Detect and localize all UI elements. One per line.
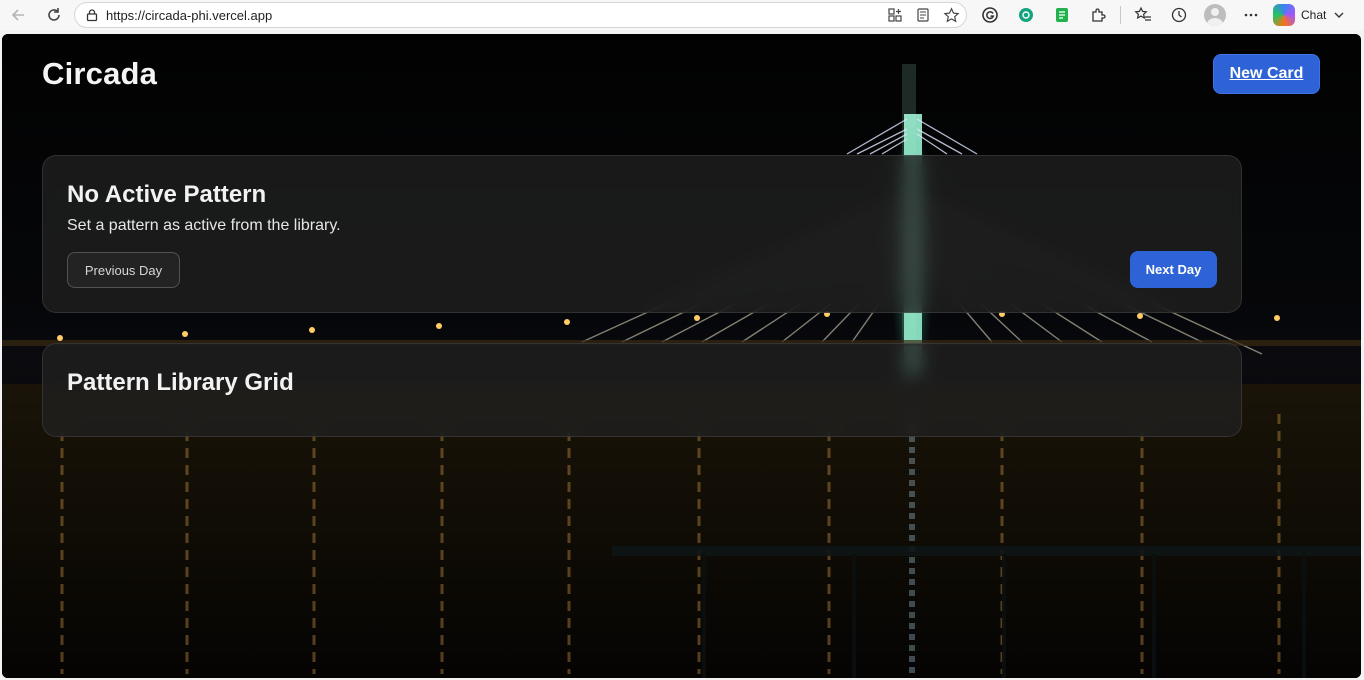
grammarly-icon[interactable] [976,3,1004,27]
arrow-left-icon [11,9,24,21]
history-icon[interactable] [1165,3,1193,27]
app-header: Circada New Card [2,34,1361,114]
back-button[interactable] [3,0,33,30]
pattern-library-title: Pattern Library Grid [67,369,294,396]
reader-mode-icon[interactable] [912,5,934,25]
avatar [1204,4,1226,26]
profile-avatar[interactable] [1201,3,1229,27]
favorites-icon[interactable] [1129,3,1157,27]
active-pattern-subtitle: Set a pattern as active from the library… [67,217,341,234]
more-menu-icon[interactable] [1237,3,1265,27]
refresh-icon [48,8,60,21]
previous-day-button[interactable]: Previous Day [67,252,180,288]
chevron-down-icon [1334,12,1344,18]
refresh-button[interactable] [39,0,69,30]
pattern-library-card: Pattern Library Grid [42,343,1242,437]
address-bar[interactable]: https://circada-phi.vercel.app [74,2,967,28]
copilot-icon [1273,4,1295,26]
new-card-button[interactable]: New Card [1213,54,1320,94]
active-pattern-title: No Active Pattern [67,181,267,208]
favorite-star-icon[interactable] [940,5,962,25]
page-viewport: Circada New Card No Active Pattern Set a… [2,34,1361,678]
apps-icon[interactable] [884,5,906,25]
lock-icon [84,7,100,23]
chat-label: Chat [1301,8,1327,22]
toolbar-separator [1120,6,1121,24]
brand-title: Circada [42,56,158,91]
sheets-extension-icon[interactable] [1048,3,1076,27]
extensions-puzzle-icon[interactable] [1084,3,1112,27]
chatgpt-extension-icon[interactable] [1012,3,1040,27]
browser-toolbar: https://circada-phi.vercel.app Chat [0,0,1364,30]
next-day-button[interactable]: Next Day [1130,251,1217,288]
copilot-chat-button[interactable]: Chat [1273,4,1346,26]
active-pattern-card: No Active Pattern Set a pattern as activ… [42,155,1242,313]
url-text: https://circada-phi.vercel.app [106,7,273,23]
